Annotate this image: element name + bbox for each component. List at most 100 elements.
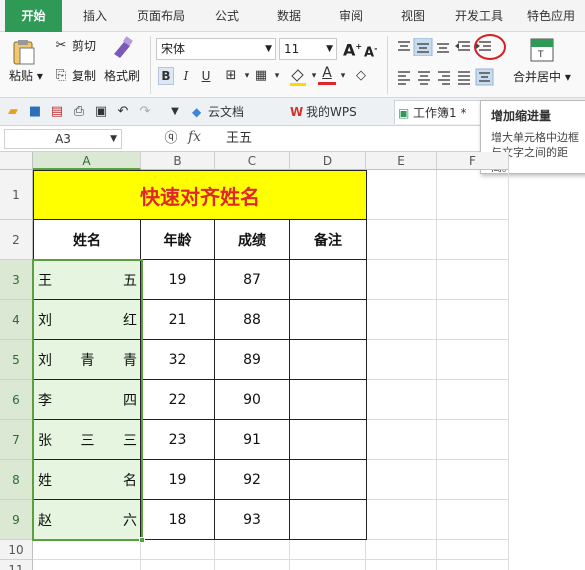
row-header[interactable]: 6	[0, 380, 33, 420]
grid-cell[interactable]	[141, 560, 215, 570]
grid-cell[interactable]	[33, 220, 141, 260]
row-header[interactable]: 9	[0, 500, 33, 540]
age-cell[interactable]: 32	[141, 340, 215, 380]
grid-cell[interactable]	[141, 460, 215, 500]
doc-tab-cloud[interactable]: ◆ 云文档	[190, 100, 280, 124]
grid-cell[interactable]	[366, 420, 437, 460]
column-header[interactable]: B	[141, 152, 215, 170]
name-cell[interactable]: 刘青青	[33, 340, 141, 380]
grid-cell[interactable]	[215, 500, 290, 540]
age-cell[interactable]: 22	[141, 380, 215, 420]
chevron-down-icon[interactable]: ▼	[166, 103, 184, 121]
name-cell[interactable]: 赵六	[33, 500, 141, 540]
grid-cell[interactable]	[437, 420, 509, 460]
tab-page-layout[interactable]: 页面布局	[128, 0, 194, 32]
print-icon[interactable]: ⎙	[70, 103, 88, 121]
column-header[interactable]: D	[290, 152, 366, 170]
grid-cell[interactable]	[290, 300, 366, 340]
row-header[interactable]: 5	[0, 340, 33, 380]
grid-cell[interactable]	[290, 540, 366, 560]
grid-cell[interactable]	[33, 460, 141, 500]
grid-cell[interactable]	[215, 380, 290, 420]
paste-label[interactable]: 粘贴 ▾	[9, 67, 43, 85]
grid-cell[interactable]	[33, 260, 141, 300]
merge-center-icon[interactable]: T	[530, 38, 554, 62]
score-cell[interactable]: 88	[215, 300, 290, 340]
doc-tab-mywps[interactable]: W 我的WPS	[288, 100, 386, 124]
grid-cell[interactable]	[437, 540, 509, 560]
score-cell[interactable]: 92	[215, 460, 290, 500]
grid-cell[interactable]	[33, 380, 141, 420]
grid-cell[interactable]	[215, 300, 290, 340]
grid-cell[interactable]	[215, 420, 290, 460]
tab-insert[interactable]: 插入	[70, 0, 120, 32]
grid-cell[interactable]	[437, 170, 509, 220]
redo-icon[interactable]: ↷	[136, 103, 154, 121]
print-preview-icon[interactable]: ▣	[92, 103, 110, 121]
grid-cell[interactable]	[141, 540, 215, 560]
row-header[interactable]: 1	[0, 170, 33, 220]
undo-icon[interactable]: ↶	[114, 103, 132, 121]
age-cell[interactable]: 19	[141, 260, 215, 300]
row-header[interactable]: 11	[0, 560, 33, 570]
grid-cell[interactable]	[141, 340, 215, 380]
grid-cell[interactable]	[290, 170, 366, 220]
grid-cell[interactable]	[437, 340, 509, 380]
doc-tab-workbook[interactable]: ▣ 工作簿1 *	[394, 100, 482, 124]
note-cell[interactable]	[290, 380, 367, 420]
grid-cell[interactable]	[437, 220, 509, 260]
age-cell[interactable]: 21	[141, 300, 215, 340]
note-cell[interactable]	[290, 340, 367, 380]
tab-developer[interactable]: 开发工具	[447, 0, 511, 32]
note-cell[interactable]	[290, 420, 367, 460]
grid-cell[interactable]	[33, 300, 141, 340]
score-cell[interactable]: 91	[215, 420, 290, 460]
grid-cell[interactable]	[437, 560, 509, 570]
name-cell[interactable]: 李四	[33, 380, 141, 420]
row-header[interactable]: 10	[0, 540, 33, 560]
table-header-cell[interactable]: 年龄	[141, 220, 215, 260]
grid-cell[interactable]	[215, 460, 290, 500]
grid-cell[interactable]	[366, 300, 437, 340]
grid-cell[interactable]	[215, 260, 290, 300]
chevron-down-icon[interactable]: ▾	[268, 67, 286, 85]
chevron-down-icon[interactable]: ▼	[110, 130, 117, 148]
copy-button[interactable]: 复制	[72, 67, 96, 85]
grid-cell[interactable]	[215, 560, 290, 570]
grid-cell[interactable]	[215, 220, 290, 260]
grid-cell[interactable]	[215, 170, 290, 220]
grid-cell[interactable]	[290, 260, 366, 300]
grid-cell[interactable]	[141, 420, 215, 460]
fx-button[interactable]: fx	[188, 129, 201, 145]
grid-cell[interactable]	[366, 170, 437, 220]
name-box[interactable]: A3 ▼	[4, 129, 122, 149]
grid-cell[interactable]	[290, 220, 366, 260]
column-header[interactable]: C	[215, 152, 290, 170]
note-cell[interactable]	[290, 500, 367, 540]
bold-button[interactable]: B	[158, 67, 174, 85]
grid-cell[interactable]	[141, 300, 215, 340]
grid-cell[interactable]	[437, 300, 509, 340]
grid-cell[interactable]	[33, 420, 141, 460]
select-all-corner[interactable]	[0, 152, 33, 170]
age-cell[interactable]: 18	[141, 500, 215, 540]
save-icon[interactable]: ■	[26, 103, 44, 121]
grid-cell[interactable]	[290, 460, 366, 500]
format-painter-button[interactable]: 格式刷	[104, 67, 140, 85]
underline-button[interactable]: U	[198, 67, 214, 85]
pdf-icon[interactable]: ▤	[48, 103, 66, 121]
fill-handle[interactable]	[139, 537, 145, 543]
grid-cell[interactable]	[33, 340, 141, 380]
score-cell[interactable]: 89	[215, 340, 290, 380]
name-cell[interactable]: 姓名	[33, 460, 141, 500]
table-header-cell[interactable]: 成绩	[215, 220, 290, 260]
grid-cell[interactable]	[215, 540, 290, 560]
italic-button[interactable]: I	[178, 67, 194, 85]
clear-format-icon[interactable]: ◇	[352, 67, 370, 85]
grid-cell[interactable]	[366, 540, 437, 560]
name-cell[interactable]: 张三三	[33, 420, 141, 460]
zoom-search-icon[interactable]: ⓠ	[162, 130, 180, 148]
grid-cell[interactable]	[437, 260, 509, 300]
chevron-down-icon[interactable]: ▾	[334, 67, 352, 85]
row-header[interactable]: 8	[0, 460, 33, 500]
